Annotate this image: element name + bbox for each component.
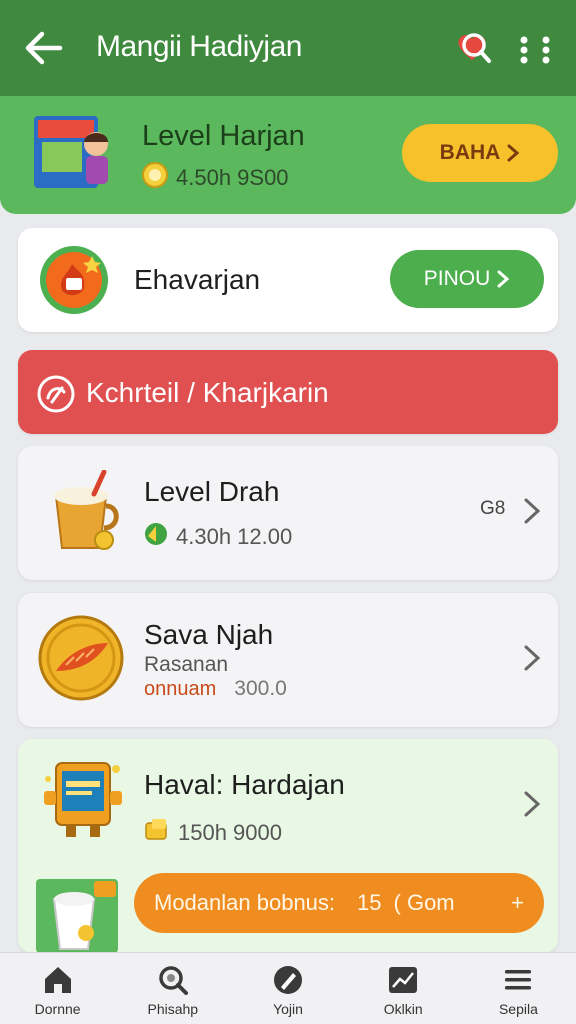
- level-hero-banner: Level Harjan 4.50h 9S00 BAHA: [0, 96, 576, 214]
- hero-title: Level Harjan: [142, 120, 305, 152]
- side-value: G8: [480, 498, 506, 519]
- game-box-icon: [30, 108, 114, 194]
- card-label: Ehavarjan: [134, 264, 261, 295]
- nav-label: Phisahp: [147, 1001, 199, 1017]
- nav-item-stats[interactable]: Oklkin: [346, 953, 461, 1024]
- nav-label: Yojin: [273, 1001, 303, 1017]
- coin-icon: [142, 162, 168, 194]
- card-label: Level Drah: [144, 476, 280, 507]
- stats-icon: [389, 967, 418, 993]
- plus-icon: +: [511, 890, 524, 915]
- nav-label: Sepila: [498, 1001, 538, 1017]
- orange-tag: onnuam: [144, 678, 217, 700]
- level-drah-card[interactable]: Level Drah 4.30h 12.00 G8: [18, 446, 558, 580]
- cup-promo-icon: [32, 875, 122, 953]
- drink-cup-icon: [44, 469, 124, 556]
- page-title: Mangii Hadiyjan: [96, 30, 302, 63]
- tablet-character-icon: [38, 755, 128, 841]
- nav-item-search[interactable]: Phisahp: [115, 953, 230, 1024]
- coin-row: 4.30h 12.00: [144, 522, 292, 552]
- nav-item-menu[interactable]: Sepila: [461, 953, 576, 1024]
- nav-item-pen[interactable]: Yojin: [230, 953, 345, 1024]
- card-label: Haval: Hardajan: [144, 769, 345, 800]
- menu-icon: [505, 970, 532, 990]
- chevron-right-icon: [524, 645, 541, 671]
- heart-search-icon[interactable]: [452, 28, 496, 68]
- nav-label: Dornne: [34, 1001, 81, 1017]
- pinou-button-label: PINOU: [423, 267, 491, 290]
- green-gem-icon: [144, 522, 168, 552]
- chevron-right-icon: [524, 498, 541, 524]
- alert-banner[interactable]: Kchrteil / Kharjkarin: [18, 350, 558, 434]
- chevron-right-icon: [524, 791, 541, 817]
- coin-row: 150h 9000: [144, 817, 282, 849]
- hero-action-button[interactable]: BAHA: [402, 124, 558, 182]
- bonus-unit: ( Gom: [393, 890, 455, 915]
- coin-value: 150h 9000: [178, 820, 282, 845]
- chevron-right-icon: [507, 144, 520, 162]
- haval-hardajan-card[interactable]: Haval: Hardajan 150h 9000 Modanlan bobnu…: [18, 739, 558, 953]
- bottom-nav: Dornne Phisahp Yojin Oklkin Sepila: [0, 952, 576, 1024]
- coin-value: 4.30h 12.00: [176, 524, 293, 549]
- pen-icon: [274, 966, 302, 994]
- search-icon: [159, 966, 188, 995]
- alert-label: Kchrteil / Kharjkarin: [86, 377, 329, 408]
- card-label: Sava Njah: [144, 619, 274, 650]
- value-row: onnuam 300.0: [144, 677, 287, 701]
- card-value: 300.0: [234, 677, 287, 700]
- more-vertical-icon[interactable]: [516, 32, 556, 68]
- app-bar: Mangii Hadiyjan: [0, 0, 576, 96]
- nav-label: Oklkin: [383, 1001, 423, 1017]
- hero-coin-row: 4.50h 9S00: [142, 162, 289, 194]
- nav-item-home[interactable]: Dornne: [0, 953, 115, 1024]
- refresh-circle-icon: [36, 374, 76, 414]
- hero-action-label: BAHA: [439, 141, 501, 164]
- bonus-value: 15: [357, 890, 382, 915]
- sava-njah-card[interactable]: Sava Njah Rasanan onnuam 300.0: [18, 593, 558, 727]
- ehavarjan-card: Ehavarjan PINOU: [18, 228, 558, 332]
- gold-coin-icon: [38, 613, 124, 703]
- coin-stack-icon: [144, 817, 170, 849]
- bonus-label: Modanlan bobnus:: [154, 890, 336, 915]
- bonus-button[interactable]: Modanlan bobnus: 15 ( Gom +: [134, 873, 544, 933]
- back-arrow-icon[interactable]: [22, 26, 66, 70]
- hero-coin-value: 4.50h 9S00: [176, 165, 289, 190]
- pinou-button[interactable]: PINOU: [390, 250, 544, 308]
- card-subtitle: Rasanan: [144, 653, 229, 676]
- home-icon: [44, 967, 71, 993]
- chevron-right-icon: [497, 270, 510, 288]
- fire-badge-icon: [38, 244, 110, 316]
